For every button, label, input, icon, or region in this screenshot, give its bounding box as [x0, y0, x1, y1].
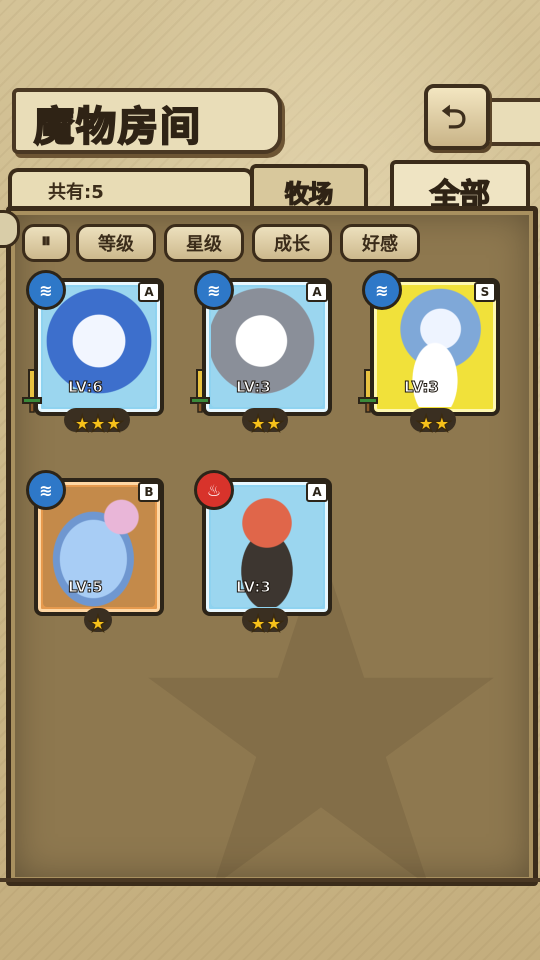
sort-level-label: 等级	[98, 234, 134, 255]
page-title: 魔物房间	[33, 103, 202, 151]
monster-card[interactable]: B ≋ LV:5 ★	[26, 470, 166, 640]
back-bar	[482, 98, 540, 146]
sort-order-toggle[interactable]: ⏸	[22, 224, 70, 262]
monster-count-tab: 共有:5	[8, 168, 254, 208]
sort-affection-button[interactable]: 好感	[340, 224, 420, 262]
rank-badge: A	[138, 282, 160, 302]
sort-growth-button[interactable]: 成长	[252, 224, 332, 262]
monster-card[interactable]: S ≋ LV:3 ★★	[358, 270, 502, 440]
water-element-icon: ≋	[26, 470, 66, 510]
sort-growth-label: 成长	[274, 234, 310, 255]
fire-element-icon: ♨	[194, 470, 234, 510]
sort-level-button[interactable]: 等级	[76, 224, 156, 262]
page-title-banner: 魔物房间	[12, 88, 282, 154]
back-arrow-icon: ⮌	[441, 98, 467, 136]
level-label: LV:3	[236, 378, 272, 397]
monster-count: 共有:5	[48, 182, 104, 203]
star-rating: ★★	[248, 411, 285, 438]
star-rating: ★★★	[72, 411, 125, 438]
monster-card[interactable]: A ≋ LV:6 ★★★	[22, 270, 166, 440]
star-rating: ★★	[248, 611, 285, 638]
water-element-icon: ≋	[194, 270, 234, 310]
tab-ranch[interactable]: 牧场	[250, 164, 368, 212]
monster-card[interactable]: A ♨ LV:3 ★★	[194, 470, 334, 640]
back-button[interactable]: ⮌	[424, 84, 490, 150]
pause-icon: ⏸	[41, 228, 51, 252]
star-rating: ★	[87, 611, 108, 638]
rank-badge: B	[138, 482, 160, 502]
level-label: LV:3	[404, 378, 440, 397]
rank-badge: A	[306, 482, 328, 502]
rank-badge: A	[306, 282, 328, 302]
bottom-divider	[0, 878, 540, 882]
water-element-icon: ≋	[26, 270, 66, 310]
level-label: LV:5	[68, 578, 104, 597]
sort-star-label: 星级	[186, 234, 222, 255]
rank-badge: S	[474, 282, 496, 302]
sort-star-button[interactable]: 星级	[164, 224, 244, 262]
tab-ranch-label: 牧场	[284, 179, 334, 209]
sword-icon	[190, 369, 210, 413]
sword-icon	[358, 369, 378, 413]
water-element-icon: ≋	[362, 270, 402, 310]
level-label: LV:6	[68, 378, 104, 397]
star-rating: ★★	[416, 411, 453, 438]
level-label: LV:3	[236, 578, 272, 597]
sword-icon	[22, 369, 42, 413]
monster-card[interactable]: A ≋ LV:3 ★★	[190, 270, 334, 440]
sort-affection-label: 好感	[362, 234, 398, 255]
